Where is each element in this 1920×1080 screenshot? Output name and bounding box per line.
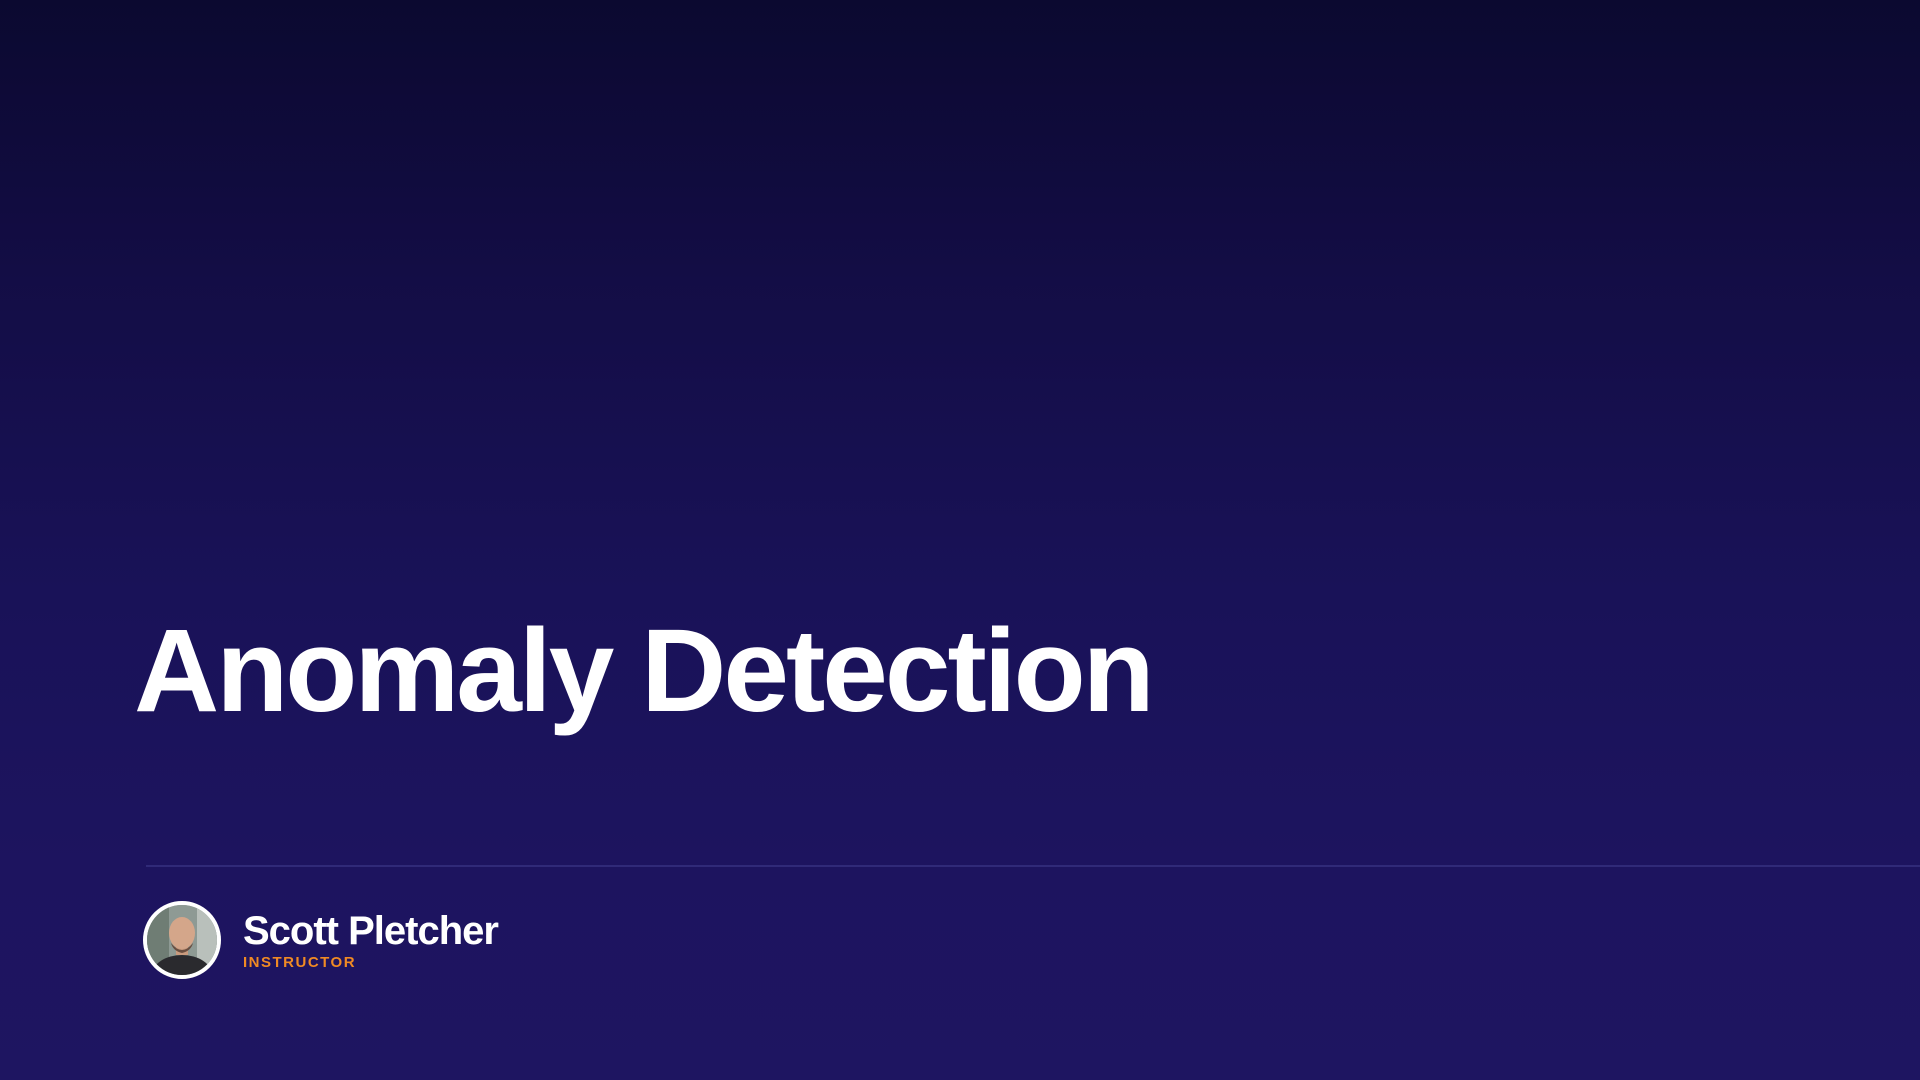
presenter-name: Scott Pletcher [243,908,499,953]
presenter-card: Scott Pletcher INSTRUCTOR [143,901,499,979]
avatar [143,901,221,979]
slide-title: Anomaly Detection [134,605,1155,737]
slide: Anomaly Detection Scott Pletcher INSTRUC… [0,0,1920,1080]
divider [146,865,1920,867]
person-photo-icon [147,905,217,975]
presenter-role: INSTRUCTOR [243,953,357,971]
